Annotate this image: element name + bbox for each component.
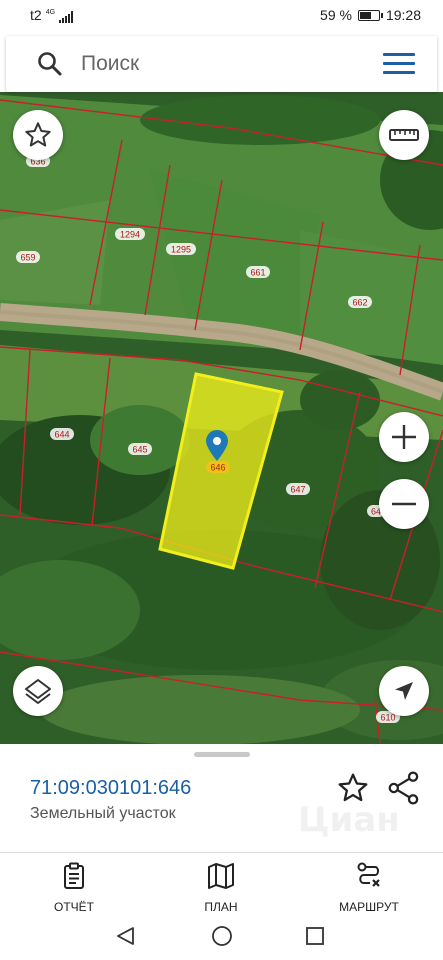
star-icon	[25, 122, 51, 147]
search-input[interactable]	[81, 50, 341, 78]
tab-report-label: ОТЧЁТ	[53, 900, 94, 914]
tab-route-label: МАРШРУТ	[339, 900, 399, 914]
search-icon[interactable]	[36, 50, 64, 78]
layers-button[interactable]	[13, 666, 63, 716]
layers-icon	[25, 679, 51, 704]
minus-icon	[392, 502, 416, 506]
parcel-label-647[interactable]: 647	[290, 485, 305, 495]
network-type: 4G	[45, 9, 56, 16]
status-bar: t2 4G 59 % 19:28	[0, 0, 443, 32]
plus-icon	[392, 425, 416, 449]
route-icon	[357, 862, 380, 887]
battery-percent: 59 %	[320, 7, 352, 23]
favorite-star-button[interactable]	[13, 110, 63, 160]
search-bar	[6, 36, 437, 92]
battery-icon	[357, 9, 383, 21]
parcel-label-662[interactable]: 662	[352, 298, 367, 308]
parcel-label-1294[interactable]: 1294	[120, 230, 140, 240]
status-right: 59 % 19:28	[320, 7, 421, 23]
map-view[interactable]: 636 1294 1295 659 661 662 644 645 646 647 64 610	[0, 92, 443, 744]
tab-plan[interactable]: ПЛАН	[161, 861, 281, 914]
ruler-icon	[389, 129, 419, 141]
home-icon[interactable]	[212, 926, 232, 946]
signal-icon	[59, 11, 74, 23]
recents-icon[interactable]	[306, 927, 324, 945]
parcel-label-645[interactable]: 645	[132, 445, 147, 455]
parcel-label-659[interactable]: 659	[20, 253, 35, 263]
navigation-arrow-icon	[395, 682, 413, 700]
parcel-label-646[interactable]: 646	[210, 463, 225, 473]
tab-plan-label: ПЛАН	[204, 900, 238, 914]
parcel-label-661[interactable]: 661	[250, 268, 265, 278]
back-icon[interactable]	[117, 927, 134, 945]
share-icon[interactable]	[388, 771, 420, 805]
sheet-drag-handle[interactable]	[194, 752, 250, 757]
details-sheet: Циан 71:09:030101:646 Земельный участок …	[0, 744, 443, 960]
status-left: t2 4G	[30, 7, 74, 23]
locate-me-button[interactable]	[379, 666, 429, 716]
zoom-in-button[interactable]	[379, 412, 429, 462]
tab-report[interactable]: ОТЧЁТ	[14, 861, 134, 914]
clock: 19:28	[385, 7, 421, 23]
divider	[0, 852, 443, 853]
parcel-label-1295[interactable]: 1295	[171, 245, 191, 255]
map-plan-icon	[208, 863, 234, 889]
cadastral-number[interactable]: 71:09:030101:646	[30, 777, 191, 800]
carrier-name: t2	[30, 7, 42, 23]
satellite-map[interactable]: 6361294129565966166264464564664764610	[0, 92, 443, 744]
hamburger-menu-icon[interactable]	[383, 53, 415, 75]
watermark: Циан	[298, 800, 400, 840]
system-navigation-bar	[117, 926, 324, 946]
report-clipboard-icon	[64, 862, 84, 889]
zoom-out-button[interactable]	[379, 479, 429, 529]
tab-route[interactable]: МАРШРУТ	[309, 861, 429, 914]
ruler-button[interactable]	[379, 110, 429, 160]
parcel-label-644[interactable]: 644	[54, 430, 69, 440]
object-type: Земельный участок	[30, 805, 176, 822]
star-icon[interactable]	[337, 772, 369, 804]
